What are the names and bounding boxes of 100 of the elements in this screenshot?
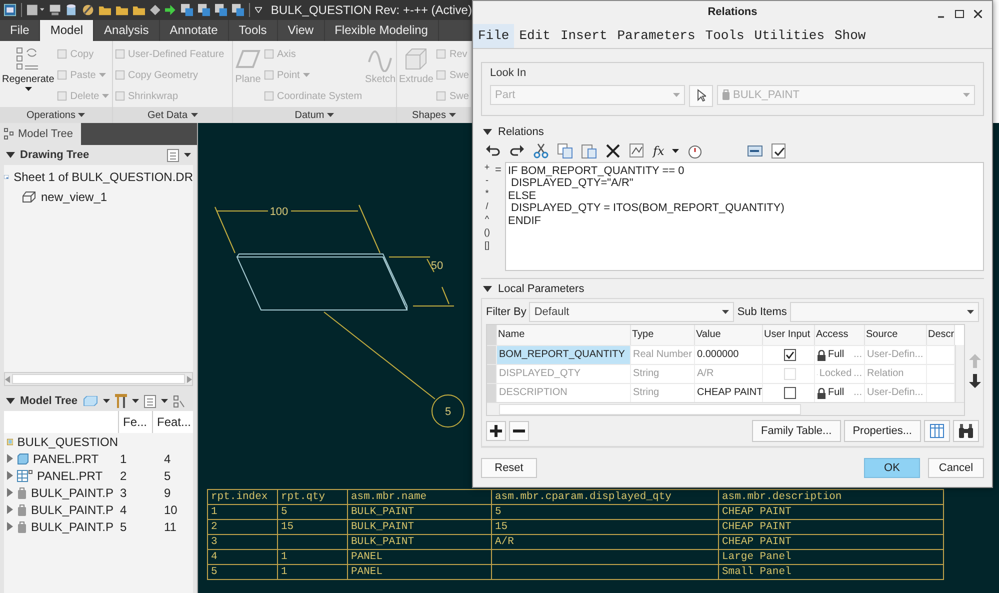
- disc-icon[interactable]: [82, 3, 94, 17]
- app-icon[interactable]: [4, 3, 16, 17]
- operator-button[interactable]: +: [484, 162, 490, 172]
- group-label[interactable]: Operations: [0, 107, 112, 123]
- maximize-icon[interactable]: [955, 10, 964, 18]
- grid-icon[interactable]: [26, 4, 44, 16]
- collapse-triangle-icon[interactable]: [6, 398, 15, 404]
- group-label[interactable]: Datum: [233, 107, 396, 123]
- operator-button[interactable]: ^: [484, 214, 490, 224]
- remove-button[interactable]: [509, 421, 529, 441]
- group-label[interactable]: Shapes: [397, 107, 471, 123]
- checkbox[interactable]: [784, 349, 796, 361]
- menu-item[interactable]: Tools: [700, 24, 750, 48]
- collapse-triangle-icon[interactable]: [483, 286, 492, 292]
- dimension-value: 100: [270, 206, 288, 218]
- tree-item[interactable]: BULK_PAINT.P: [31, 520, 114, 534]
- paste-icon[interactable]: [581, 142, 597, 159]
- equals-button[interactable]: =: [495, 164, 502, 176]
- checkbox[interactable]: [784, 387, 796, 399]
- folder-icon[interactable]: [98, 4, 111, 16]
- tree-item[interactable]: PANEL.PRT: [33, 452, 99, 466]
- operator-button[interactable]: (): [484, 226, 490, 237]
- operator-button[interactable]: []: [484, 240, 490, 250]
- dialog-button[interactable]: Cancel: [928, 458, 984, 478]
- ribbon-tab[interactable]: Model: [40, 20, 94, 41]
- tree-item[interactable]: BULK_QUESTION: [17, 434, 118, 448]
- caret-icon: [24, 87, 32, 91]
- table-cell: 1: [281, 551, 288, 563]
- tree-icon: [4, 128, 14, 140]
- delete-icon[interactable]: [605, 142, 621, 159]
- caret-icon: [672, 148, 680, 153]
- column-header[interactable]: Name: [498, 329, 525, 340]
- operator-button[interactable]: /: [486, 200, 488, 211]
- caret-icon[interactable]: [255, 7, 262, 13]
- timer-icon[interactable]: [687, 142, 704, 159]
- evaluate-icon[interactable]: [629, 142, 645, 159]
- group-label[interactable]: Get Data: [113, 107, 232, 123]
- cylinder-icon[interactable]: [66, 3, 77, 17]
- menu-item[interactable]: Insert: [555, 24, 612, 48]
- binoculars-button[interactable]: [953, 420, 979, 442]
- section-title: Drawing Tree: [20, 149, 90, 161]
- tree-item[interactable]: new_view_1: [41, 190, 108, 204]
- list-icon[interactable]: [167, 148, 179, 162]
- undo-icon[interactable]: [485, 142, 501, 159]
- ribbon-button[interactable]: Regenerate: [2, 44, 54, 107]
- square-icon: [264, 70, 274, 80]
- tree-item[interactable]: Sheet 1 of BULK_QUESTION.DR: [14, 170, 193, 184]
- columns-button[interactable]: [924, 420, 950, 442]
- down-arrow-icon[interactable]: [969, 374, 981, 388]
- sort-icon[interactable]: [747, 142, 764, 159]
- window-icon[interactable]: [180, 3, 193, 17]
- dialog-button[interactable]: OK: [864, 458, 920, 478]
- redo-icon[interactable]: [509, 142, 525, 159]
- diamond-icon[interactable]: [150, 4, 160, 16]
- caret-icon: [327, 113, 334, 117]
- close-icon[interactable]: [974, 10, 982, 18]
- caret-icon: [184, 153, 191, 157]
- table-cell[interactable]: 0.000000: [697, 349, 739, 360]
- add-button[interactable]: [486, 421, 506, 441]
- dialog-button[interactable]: Family Table...: [752, 420, 841, 442]
- tree-item[interactable]: BULK_PAINT.P: [31, 502, 114, 516]
- operator-button[interactable]: *: [485, 188, 489, 198]
- relations-editor[interactable]: IF BOM_REPORT_QUANTITY == 0 DISPLAYED_QTY="A/R" ELSE DISPLAYED_QTY = ITOS(BOM_REPORT_QUANTITY) ENDIF: [505, 162, 984, 272]
- filter-dropdown[interactable]: Default: [529, 302, 734, 322]
- folder-icon[interactable]: [132, 4, 146, 16]
- tree-item[interactable]: PANEL.PRT: [37, 468, 103, 482]
- column-header[interactable]: Type: [632, 329, 654, 340]
- scrollbar[interactable]: [487, 402, 964, 415]
- tree-item[interactable]: BULK_PAINT.P: [31, 486, 114, 500]
- filter-icon[interactable]: [173, 394, 186, 408]
- function-button[interactable]: fx: [653, 144, 664, 158]
- collapse-triangle-icon[interactable]: [6, 152, 15, 158]
- dialog-button[interactable]: Properties...: [844, 420, 921, 442]
- arrow-icon[interactable]: [165, 4, 176, 16]
- menu-item[interactable]: Edit: [514, 24, 556, 48]
- list-icon[interactable]: [144, 394, 156, 408]
- caret-icon: [963, 92, 970, 97]
- folder-icon[interactable]: [116, 4, 128, 16]
- window-icon[interactable]: [214, 3, 228, 17]
- verify-icon[interactable]: [771, 142, 788, 159]
- table-cell-text: 4: [119, 502, 128, 516]
- table-cell: 1: [281, 566, 288, 578]
- menu-item[interactable]: File: [473, 24, 514, 48]
- scroll-thumb[interactable]: [499, 404, 801, 414]
- menu-item[interactable]: Parameters: [612, 24, 700, 48]
- column-header[interactable]: Fe...: [118, 411, 152, 433]
- dialog-button[interactable]: Reset: [481, 458, 537, 478]
- menu-item[interactable]: Utilities: [749, 24, 830, 48]
- cut-icon[interactable]: [533, 142, 549, 159]
- collapse-triangle-icon[interactable]: [483, 128, 492, 135]
- monitor-icon[interactable]: [49, 4, 62, 16]
- copy-icon[interactable]: [557, 142, 573, 159]
- menu-item[interactable]: Show: [830, 24, 871, 48]
- hammer-icon[interactable]: [115, 394, 128, 408]
- window-icon[interactable]: [232, 3, 244, 17]
- scrollbar[interactable]: [955, 345, 964, 402]
- window-icon[interactable]: [198, 3, 210, 17]
- panel-tab[interactable]: Model Tree: [0, 123, 82, 145]
- pick-button[interactable]: [689, 84, 713, 107]
- column-header[interactable]: Feat...: [152, 411, 193, 433]
